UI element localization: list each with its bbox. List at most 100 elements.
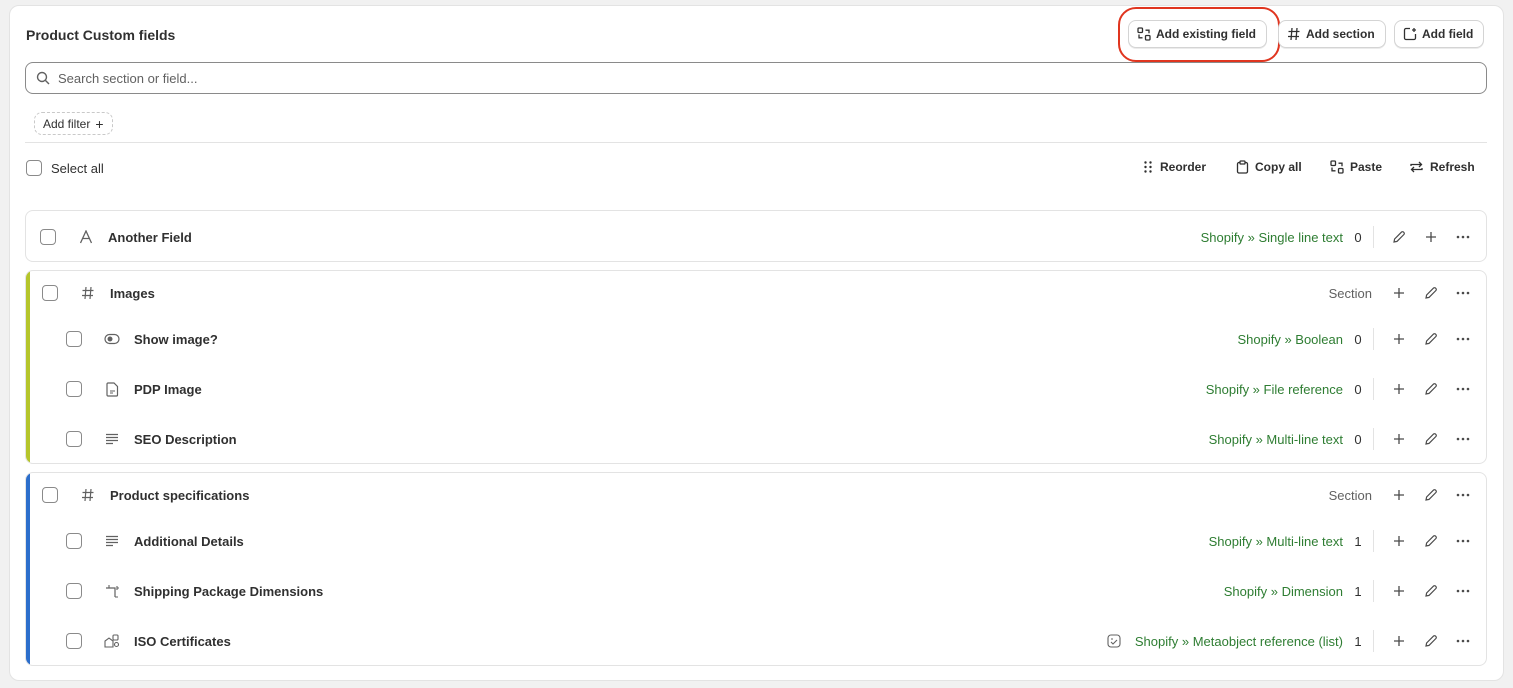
field-type[interactable]: Shopify » Multi-line text <box>1209 534 1343 549</box>
usage-count: 0 <box>1354 431 1362 447</box>
edit-icon[interactable] <box>1418 578 1444 604</box>
add-section-button[interactable]: Add section <box>1278 20 1386 48</box>
row-actions: Section <box>1329 275 1476 311</box>
add-field-button[interactable]: Add field <box>1394 20 1485 48</box>
separator <box>1373 328 1374 350</box>
section-row[interactable]: Images Section <box>26 275 1486 311</box>
field-type[interactable]: Shopify » File reference <box>1206 382 1343 397</box>
row-checkbox[interactable] <box>42 487 58 503</box>
field-type[interactable]: Shopify » Multi-line text <box>1209 432 1343 447</box>
add-icon[interactable] <box>1386 578 1412 604</box>
usage-count: 1 <box>1354 533 1362 549</box>
select-all-checkbox[interactable] <box>26 160 42 176</box>
refresh-label: Refresh <box>1430 160 1475 174</box>
row-checkbox[interactable] <box>66 533 82 549</box>
search-bar[interactable] <box>25 62 1487 94</box>
add-icon[interactable] <box>1386 482 1412 508</box>
section-row[interactable]: Product specifications Section <box>26 477 1486 513</box>
edit-icon[interactable] <box>1418 482 1444 508</box>
section-label: Images <box>110 285 155 301</box>
reorder-button[interactable]: Reorder <box>1142 160 1206 174</box>
edit-icon[interactable] <box>1418 280 1444 306</box>
field-row[interactable]: Shipping Package Dimensions Shopify » Di… <box>26 573 1486 609</box>
edit-icon[interactable] <box>1418 426 1444 452</box>
page-title: Product Custom fields <box>26 27 176 43</box>
edit-icon[interactable] <box>1418 528 1444 554</box>
more-icon[interactable] <box>1450 376 1476 402</box>
field-row[interactable]: ISO Certificates Shopify » Metaobject re… <box>26 623 1486 659</box>
edit-icon[interactable] <box>1418 628 1444 654</box>
more-icon[interactable] <box>1450 224 1476 250</box>
separator <box>1373 428 1374 450</box>
more-icon[interactable] <box>1450 426 1476 452</box>
more-icon[interactable] <box>1450 280 1476 306</box>
row-actions: Shopify » Boolean 0 <box>1237 321 1476 357</box>
separator <box>1373 378 1374 400</box>
edit-icon[interactable] <box>1418 376 1444 402</box>
refresh-button[interactable]: Refresh <box>1409 160 1475 174</box>
section-label: Product specifications <box>110 487 250 503</box>
add-icon[interactable] <box>1386 326 1412 352</box>
separator <box>1373 630 1374 652</box>
add-filter-button[interactable]: Add filter + <box>34 112 113 135</box>
row-actions: Shopify » Metaobject reference (list) 1 <box>1107 623 1476 659</box>
add-existing-field-button[interactable]: Add existing field <box>1128 20 1268 48</box>
copy-all-button[interactable]: Copy all <box>1236 160 1302 174</box>
field-type[interactable]: Shopify » Single line text <box>1201 230 1343 245</box>
add-icon[interactable] <box>1386 528 1412 554</box>
row-checkbox[interactable] <box>40 229 56 245</box>
hash-icon <box>79 284 97 302</box>
field-row[interactable]: Additional Details Shopify » Multi-line … <box>26 523 1486 559</box>
row-actions: Shopify » Dimension 1 <box>1224 573 1476 609</box>
field-row[interactable]: PDP Image Shopify » File reference 0 <box>26 371 1486 407</box>
section-type: Section <box>1328 285 1372 301</box>
field-label: Shipping Package Dimensions <box>134 583 324 599</box>
more-icon[interactable] <box>1450 628 1476 654</box>
row-checkbox[interactable] <box>42 285 58 301</box>
select-all-label: Select all <box>51 160 104 176</box>
field-type[interactable]: Shopify » Dimension <box>1224 584 1343 599</box>
more-icon[interactable] <box>1450 482 1476 508</box>
usage-count: 0 <box>1354 331 1362 347</box>
toggle-icon <box>103 330 121 348</box>
refresh-icon <box>1410 161 1423 173</box>
row-checkbox[interactable] <box>66 431 82 447</box>
more-icon[interactable] <box>1450 578 1476 604</box>
add-section-label: Add section <box>1306 27 1375 41</box>
add-icon[interactable] <box>1418 224 1444 250</box>
row-checkbox[interactable] <box>66 381 82 397</box>
add-icon[interactable] <box>1386 280 1412 306</box>
add-icon[interactable] <box>1386 426 1412 452</box>
more-icon[interactable] <box>1450 326 1476 352</box>
search-input[interactable] <box>58 70 1458 86</box>
metaobject-definition-icon[interactable] <box>1107 634 1121 648</box>
add-filter-label: Add filter <box>43 116 91 131</box>
add-icon[interactable] <box>1386 628 1412 654</box>
row-checkbox[interactable] <box>66 633 82 649</box>
field-row[interactable]: Another Field Shopify » Single line text… <box>26 219 1486 255</box>
add-icon[interactable] <box>1386 376 1412 402</box>
hash-icon <box>79 486 97 504</box>
select-all[interactable]: Select all <box>26 160 104 176</box>
field-label: PDP Image <box>134 381 202 397</box>
field-row[interactable]: Show image? Shopify » Boolean 0 <box>26 321 1486 357</box>
divider <box>25 142 1487 143</box>
search-icon <box>36 71 50 85</box>
paste-button[interactable]: Paste <box>1330 160 1382 174</box>
row-checkbox[interactable] <box>66 583 82 599</box>
more-icon[interactable] <box>1450 528 1476 554</box>
field-type[interactable]: Shopify » Boolean <box>1237 332 1343 347</box>
edit-icon[interactable] <box>1386 224 1412 250</box>
usage-count: 0 <box>1354 381 1362 397</box>
text-a-icon <box>77 228 95 246</box>
edit-icon[interactable] <box>1418 326 1444 352</box>
row-checkbox[interactable] <box>66 331 82 347</box>
usage-count: 1 <box>1354 583 1362 599</box>
clipboard-icon <box>1236 160 1249 174</box>
separator <box>1373 530 1374 552</box>
field-group-another-field: Another Field Shopify » Single line text… <box>25 210 1487 262</box>
field-row[interactable]: SEO Description Shopify » Multi-line tex… <box>26 421 1486 457</box>
field-label: Show image? <box>134 331 218 347</box>
reorder-label: Reorder <box>1160 160 1207 174</box>
field-type[interactable]: Shopify » Metaobject reference (list) <box>1135 634 1343 649</box>
